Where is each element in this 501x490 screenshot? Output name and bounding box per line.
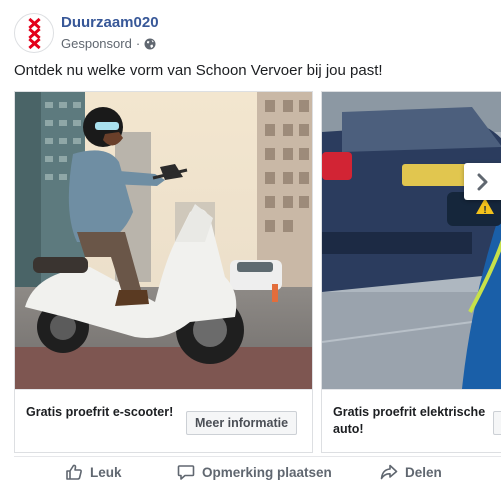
card-footer: Gratis proefrit elektrische auto!: [322, 389, 501, 452]
card-image-electric-car[interactable]: !: [322, 92, 501, 389]
card-image-scooter[interactable]: [15, 92, 312, 389]
more-info-button[interactable]: Meer informatie: [186, 411, 298, 435]
thumbs-up-icon: [66, 464, 82, 480]
sponsored-label[interactable]: Gesponsord: [61, 36, 132, 51]
comment-label: Opmerking plaatsen: [202, 464, 332, 480]
amsterdam-crosses-logo: [28, 17, 41, 50]
globe-icon[interactable]: [144, 37, 156, 50]
like-label: Leuk: [90, 464, 122, 480]
post-actions: Leuk Opmerking plaatsen Delen: [0, 458, 501, 486]
post-caption: Ontdek nu welke vorm van Schoon Vervoer …: [14, 62, 383, 79]
meta-separator: ·: [135, 35, 141, 51]
carousel-card-scooter[interactable]: Gratis proefrit e-scooter! Meer informat…: [14, 91, 313, 453]
share-label: Delen: [405, 464, 442, 480]
card-title[interactable]: Gratis proefrit e-scooter!: [26, 404, 186, 421]
more-info-button[interactable]: [493, 411, 501, 435]
svg-text:!: !: [483, 205, 486, 216]
page-avatar[interactable]: [14, 13, 54, 53]
sponsored-post: Duurzaam020 Gesponsord · Ontdek nu welke…: [0, 0, 501, 490]
comment-button[interactable]: Opmerking plaatsen: [177, 458, 332, 486]
like-button[interactable]: Leuk: [65, 458, 122, 486]
page-name-link[interactable]: Duurzaam020: [61, 14, 159, 31]
carousel-next-button[interactable]: [464, 163, 501, 200]
card-footer: Gratis proefrit e-scooter! Meer informat…: [15, 389, 312, 452]
share-button[interactable]: Delen: [380, 458, 442, 486]
share-icon: [380, 464, 398, 480]
post-meta: Gesponsord ·: [61, 35, 156, 51]
card-title[interactable]: Gratis proefrit elektrische auto!: [333, 404, 493, 438]
actions-divider: [14, 456, 501, 457]
comment-icon: [177, 465, 195, 480]
carousel: Gratis proefrit e-scooter! Meer informat…: [14, 91, 501, 453]
carousel-card-electric-car[interactable]: ! Gratis proefrit elektrische auto!: [321, 91, 501, 453]
chevron-right-icon: [477, 173, 487, 190]
